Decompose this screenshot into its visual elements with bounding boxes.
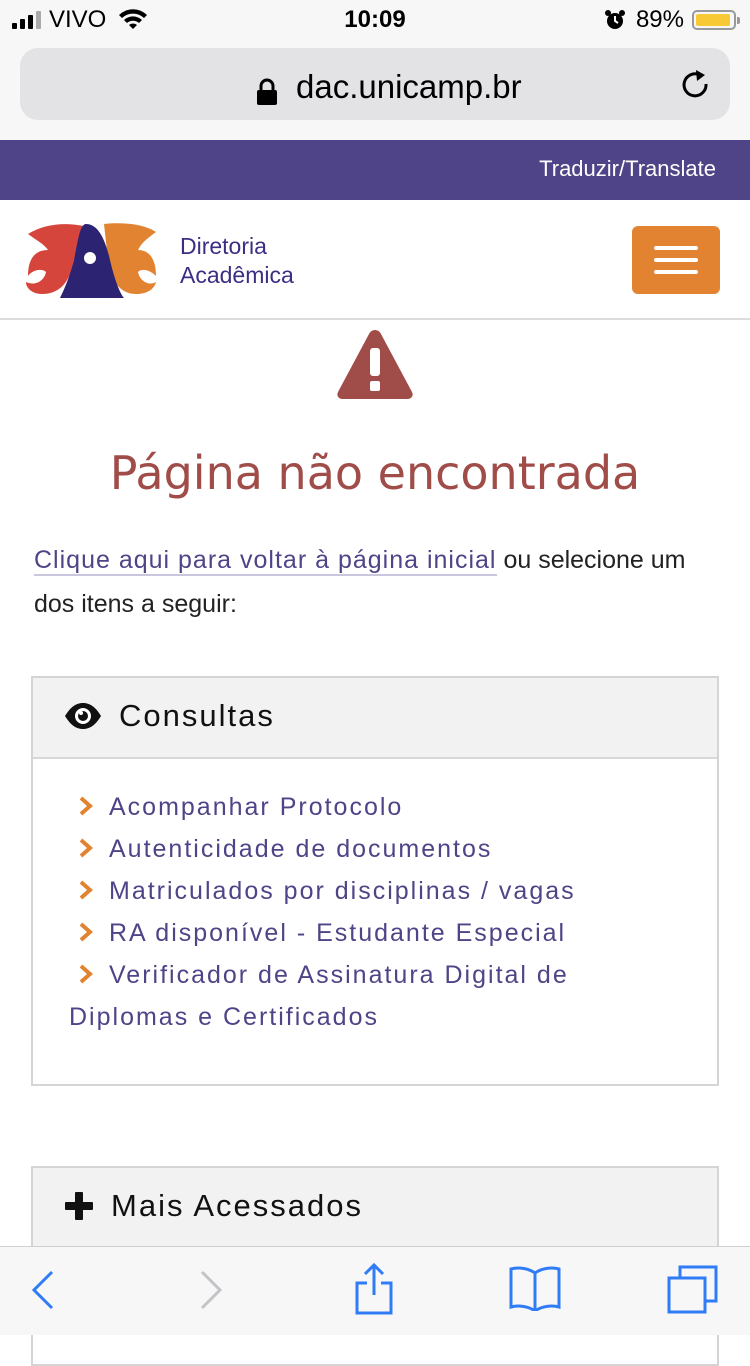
chevron-right-icon xyxy=(79,796,93,816)
back-icon[interactable] xyxy=(30,1269,56,1311)
consultas-list: Acompanhar Protocolo Autenticidade de do… xyxy=(69,786,669,1038)
mais-acessados-header[interactable]: Mais Acessados xyxy=(33,1168,717,1249)
top-band: Traduzir/Translate xyxy=(0,140,750,200)
intro-text: Clique aqui para voltar à página inicial… xyxy=(34,538,716,626)
address-bar[interactable]: dac.unicamp.br xyxy=(20,48,730,120)
plus-icon xyxy=(65,1192,93,1220)
dac-logo[interactable] xyxy=(24,220,160,300)
browser-chrome: dac.unicamp.br xyxy=(0,40,750,141)
home-link[interactable]: Clique aqui para voltar à página inicial xyxy=(34,546,497,576)
forward-icon[interactable] xyxy=(198,1269,224,1311)
link-label: Acompanhar Protocolo xyxy=(109,793,404,821)
alarm-icon xyxy=(604,10,625,29)
tabs-icon[interactable] xyxy=(666,1265,720,1315)
share-icon[interactable] xyxy=(354,1263,394,1315)
consultas-panel: Consultas Acompanhar Protocolo Autentici… xyxy=(31,676,719,1086)
chevron-right-icon xyxy=(79,964,93,984)
browser-toolbar xyxy=(0,1246,750,1335)
consultas-header[interactable]: Consultas xyxy=(33,678,717,759)
chevron-right-icon xyxy=(79,922,93,942)
site-header: Diretoria Acadêmica xyxy=(0,200,750,320)
lock-icon xyxy=(257,78,277,105)
warning-icon xyxy=(337,330,413,399)
logo-line2: Acadêmica xyxy=(180,262,294,288)
link-label: Matriculados por disciplinas / vagas xyxy=(109,877,576,905)
page-title: Página não encontrada xyxy=(109,446,641,500)
link-acompanhar-protocolo[interactable]: Acompanhar Protocolo xyxy=(79,786,669,828)
bookmarks-icon[interactable] xyxy=(508,1265,562,1311)
eye-icon xyxy=(65,703,101,729)
url-text: dac.unicamp.br xyxy=(296,68,522,105)
status-bar: VIVO 10:09 89% xyxy=(0,0,750,40)
mais-acessados-heading: Mais Acessados xyxy=(111,1188,363,1223)
logo-text[interactable]: Diretoria Acadêmica xyxy=(180,232,294,290)
battery-icon xyxy=(692,10,740,30)
menu-icon xyxy=(654,246,698,250)
link-label-continued: Diplomas e Certificados xyxy=(69,1003,379,1031)
battery-percent: 89% xyxy=(635,6,684,33)
link-ra-disponivel[interactable]: RA disponível - Estudante Especial xyxy=(79,912,669,954)
translate-link[interactable]: Traduzir/Translate xyxy=(539,156,716,182)
menu-button[interactable] xyxy=(632,226,720,294)
chevron-right-icon xyxy=(79,838,93,858)
status-right: 89% xyxy=(604,6,740,34)
link-matriculados-disciplinas[interactable]: Matriculados por disciplinas / vagas xyxy=(79,870,669,912)
link-label: Verificador de Assinatura Digital de xyxy=(109,961,569,989)
link-autenticidade-documentos[interactable]: Autenticidade de documentos xyxy=(79,828,669,870)
consultas-heading: Consultas xyxy=(119,698,275,733)
link-label: RA disponível - Estudante Especial xyxy=(109,919,567,947)
link-verificador-assinatura[interactable]: Verificador de Assinatura Digital de Dip… xyxy=(69,954,669,1038)
chevron-right-icon xyxy=(79,880,93,900)
reload-icon[interactable] xyxy=(680,68,712,104)
link-label: Autenticidade de documentos xyxy=(109,835,493,863)
logo-line1: Diretoria xyxy=(180,233,267,259)
